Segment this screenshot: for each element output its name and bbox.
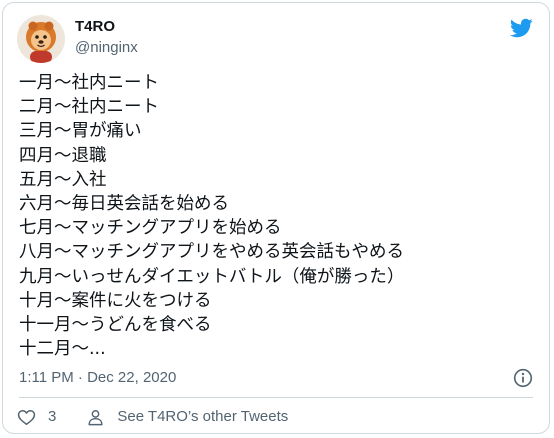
avatar[interactable] bbox=[17, 15, 65, 63]
tweet-card[interactable]: T4RO @ninginx 一月〜社内ニート 二月〜社内ニート 三月〜胃が痛い … bbox=[2, 2, 550, 434]
tweet-meta: 1:11 PM · Dec 22, 2020 bbox=[19, 368, 535, 388]
user-info: T4RO @ninginx bbox=[75, 17, 138, 58]
tweet-timestamp[interactable]: 1:11 PM · Dec 22, 2020 bbox=[19, 369, 176, 386]
info-icon[interactable] bbox=[513, 368, 533, 388]
tweet-text-line: 四月〜退職 bbox=[19, 145, 107, 166]
orange-lion-mascot-avatar-icon bbox=[17, 15, 65, 63]
tweet-text-line: 十一月〜うどんを食べる bbox=[19, 315, 212, 336]
tweet-text-line: 一月〜社内ニート bbox=[19, 73, 159, 93]
user-handle[interactable]: @ninginx bbox=[75, 38, 138, 58]
tweet-text-line: 六月〜毎日英会話を始める bbox=[19, 194, 229, 215]
tweet-text: 一月〜社内ニート 二月〜社内ニート 三月〜胃が痛い 四月〜退職 五月〜入社 六月… bbox=[19, 71, 535, 361]
tweet-text-line: 八月〜マッチングアプリをやめる英会話もやめる bbox=[19, 242, 404, 263]
divider bbox=[19, 397, 533, 398]
like-count: 3 bbox=[48, 408, 57, 425]
tweet-text-line: 三月〜胃が痛い bbox=[19, 121, 142, 142]
tweet-text-line: 七月〜マッチングアプリを始める bbox=[19, 218, 282, 239]
heart-icon bbox=[17, 408, 36, 427]
tweet-text-line: 十月〜案件に火をつける bbox=[19, 290, 212, 311]
like-button[interactable]: 3 bbox=[17, 406, 56, 428]
see-other-tweets-link[interactable]: See T4RO’s other Tweets bbox=[86, 406, 288, 428]
tweet-text-line: 十二月〜... bbox=[19, 339, 106, 360]
tweet-header: T4RO @ninginx bbox=[17, 15, 535, 63]
tweet-text-line: 九月〜いっせんダイエットバトル（俺が勝った） bbox=[19, 266, 405, 287]
tweet-actions: 3 See T4RO’s other Tweets bbox=[17, 406, 288, 428]
tweet-text-line: 二月〜社内ニート bbox=[19, 97, 159, 118]
see-other-tweets-label: See T4RO’s other Tweets bbox=[117, 408, 289, 425]
person-icon bbox=[86, 408, 105, 427]
display-name[interactable]: T4RO bbox=[75, 17, 138, 37]
twitter-bird-icon[interactable] bbox=[509, 16, 533, 40]
tweet-text-line: 五月〜入社 bbox=[19, 169, 107, 190]
